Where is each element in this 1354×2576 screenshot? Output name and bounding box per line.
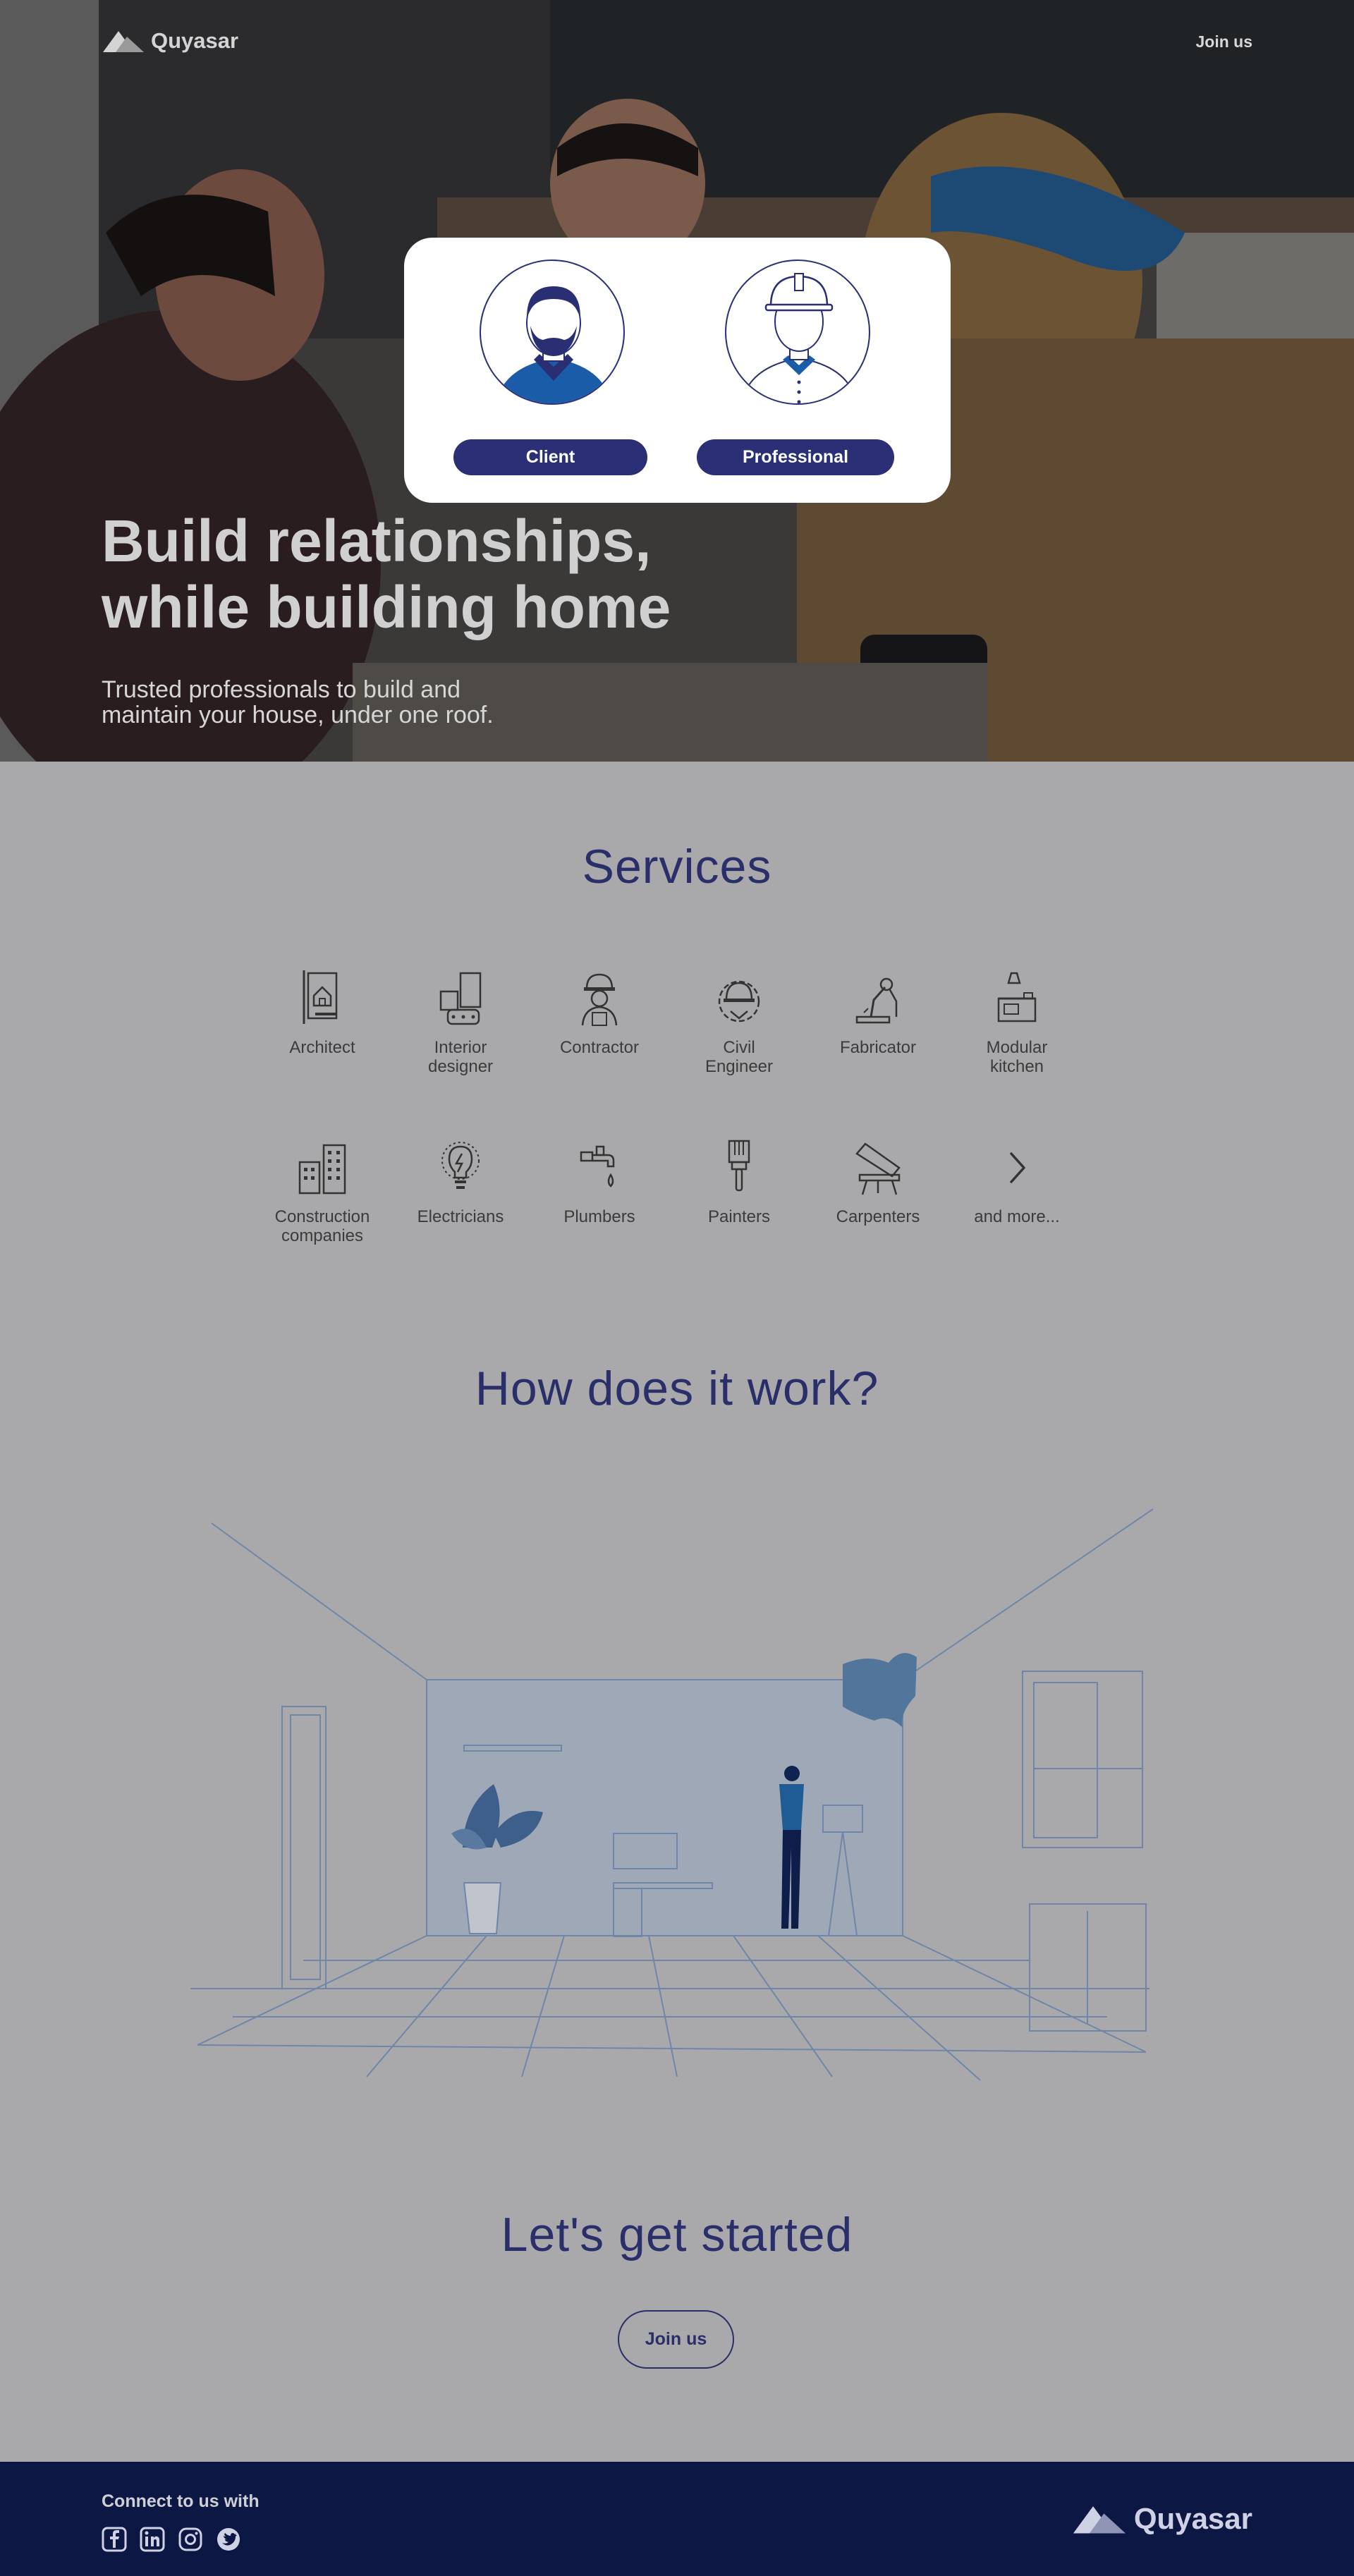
logo-mark-icon: [103, 31, 144, 52]
services-title: Services: [582, 840, 772, 893]
service-item[interactable]: Modular kitchen: [953, 967, 1080, 1076]
service-label-line1: Construction: [274, 1207, 370, 1226]
instagram-icon[interactable]: [178, 2527, 203, 2552]
service-label-line1: Interior: [434, 1038, 487, 1057]
contractor-icon: [581, 973, 618, 1026]
linkedin-icon[interactable]: [140, 2527, 165, 2552]
brand-logo[interactable]: Quyasar: [102, 28, 238, 54]
service-item[interactable]: Construction companies: [259, 1137, 386, 1245]
carpenters-icon: [855, 1142, 901, 1195]
service-item[interactable]: Plumbers: [536, 1137, 663, 1226]
service-label-line1: Electricians: [417, 1207, 504, 1226]
architect-icon: [303, 970, 338, 1024]
service-item[interactable]: Electricians: [397, 1137, 524, 1226]
social-links: [102, 2527, 241, 2552]
service-label-line1: Modular: [986, 1038, 1048, 1057]
service-label-line1: Contractor: [559, 1038, 640, 1057]
plumbers-icon: [580, 1145, 615, 1188]
role-choice-card: Client Professional: [404, 238, 951, 503]
footer-connect-label: Connect to us with: [102, 2491, 260, 2511]
client-avatar[interactable]: [480, 260, 625, 405]
service-label-line1: Civil: [723, 1038, 755, 1057]
hero-subtitle: Trusted professionals to build and maint…: [102, 677, 595, 728]
service-label-line2: kitchen: [989, 1057, 1044, 1076]
hero-title-line1: Build relationships,: [102, 508, 652, 574]
service-item[interactable]: and more...: [953, 1137, 1080, 1226]
hero-section: Quyasar Join us Client Professional Buil…: [0, 0, 1354, 762]
service-label-line1: Plumbers: [563, 1207, 635, 1226]
chevron-right-icon: [1010, 1152, 1025, 1183]
professional-person-icon: [740, 273, 858, 403]
modular-kitchen-icon: [997, 972, 1037, 1023]
painters-icon: [728, 1140, 750, 1192]
service-label-line1: Architect: [289, 1038, 355, 1057]
hero-subtitle-line2: maintain your house, under one roof.: [102, 702, 494, 728]
room-illustration: [190, 1508, 1154, 2081]
professional-avatar[interactable]: [725, 260, 870, 405]
hero-subtitle-line1: Trusted professionals to build and: [102, 676, 461, 703]
service-item[interactable]: Interior designer: [397, 967, 524, 1076]
service-item[interactable]: Contractor: [536, 967, 663, 1057]
service-label-line1: Carpenters: [836, 1207, 920, 1226]
footer-logo-text: Quyasar: [1133, 2502, 1252, 2535]
service-label-line2: Engineer: [705, 1057, 774, 1076]
service-label-line1: Fabricator: [839, 1038, 917, 1057]
service-label-line1: Painters: [707, 1207, 771, 1226]
footer: Connect to us with Quyasar: [0, 2462, 1354, 2576]
interior-designer-icon: [439, 972, 482, 1025]
service-item[interactable]: Fabricator: [815, 967, 941, 1057]
get-started-title: Let's get started: [501, 2208, 853, 2261]
electricians-icon: [441, 1142, 480, 1189]
nav-join-link[interactable]: Join us: [1195, 32, 1252, 51]
service-label-line2: designer: [427, 1057, 494, 1076]
twitter-icon[interactable]: [216, 2527, 241, 2552]
client-button[interactable]: Client: [453, 439, 647, 475]
logo-text: Quyasar: [151, 28, 239, 53]
service-item[interactable]: Carpenters: [815, 1137, 941, 1226]
fabricator-icon: [855, 977, 898, 1024]
civil-engineer-icon: [718, 980, 760, 1023]
footer-logo[interactable]: Quyasar: [1071, 2502, 1252, 2536]
service-item[interactable]: Painters: [676, 1137, 803, 1226]
hero-title-line2: while building home: [102, 574, 671, 640]
cta-join-button[interactable]: Join us: [618, 2310, 734, 2369]
service-label-line1: and more...: [974, 1207, 1060, 1226]
client-person-icon: [495, 286, 612, 403]
service-label-line2: companies: [281, 1226, 364, 1245]
professional-button[interactable]: Professional: [697, 439, 894, 475]
service-item[interactable]: Architect: [259, 967, 386, 1057]
facebook-icon[interactable]: [102, 2527, 127, 2552]
hero-title: Build relationships, while building home: [102, 508, 807, 640]
logo-mark-icon: [1073, 2506, 1126, 2534]
service-item[interactable]: Civil Engineer: [676, 967, 803, 1076]
construction-companies-icon: [298, 1144, 346, 1195]
how-it-works-title: How does it work?: [475, 1362, 879, 1415]
